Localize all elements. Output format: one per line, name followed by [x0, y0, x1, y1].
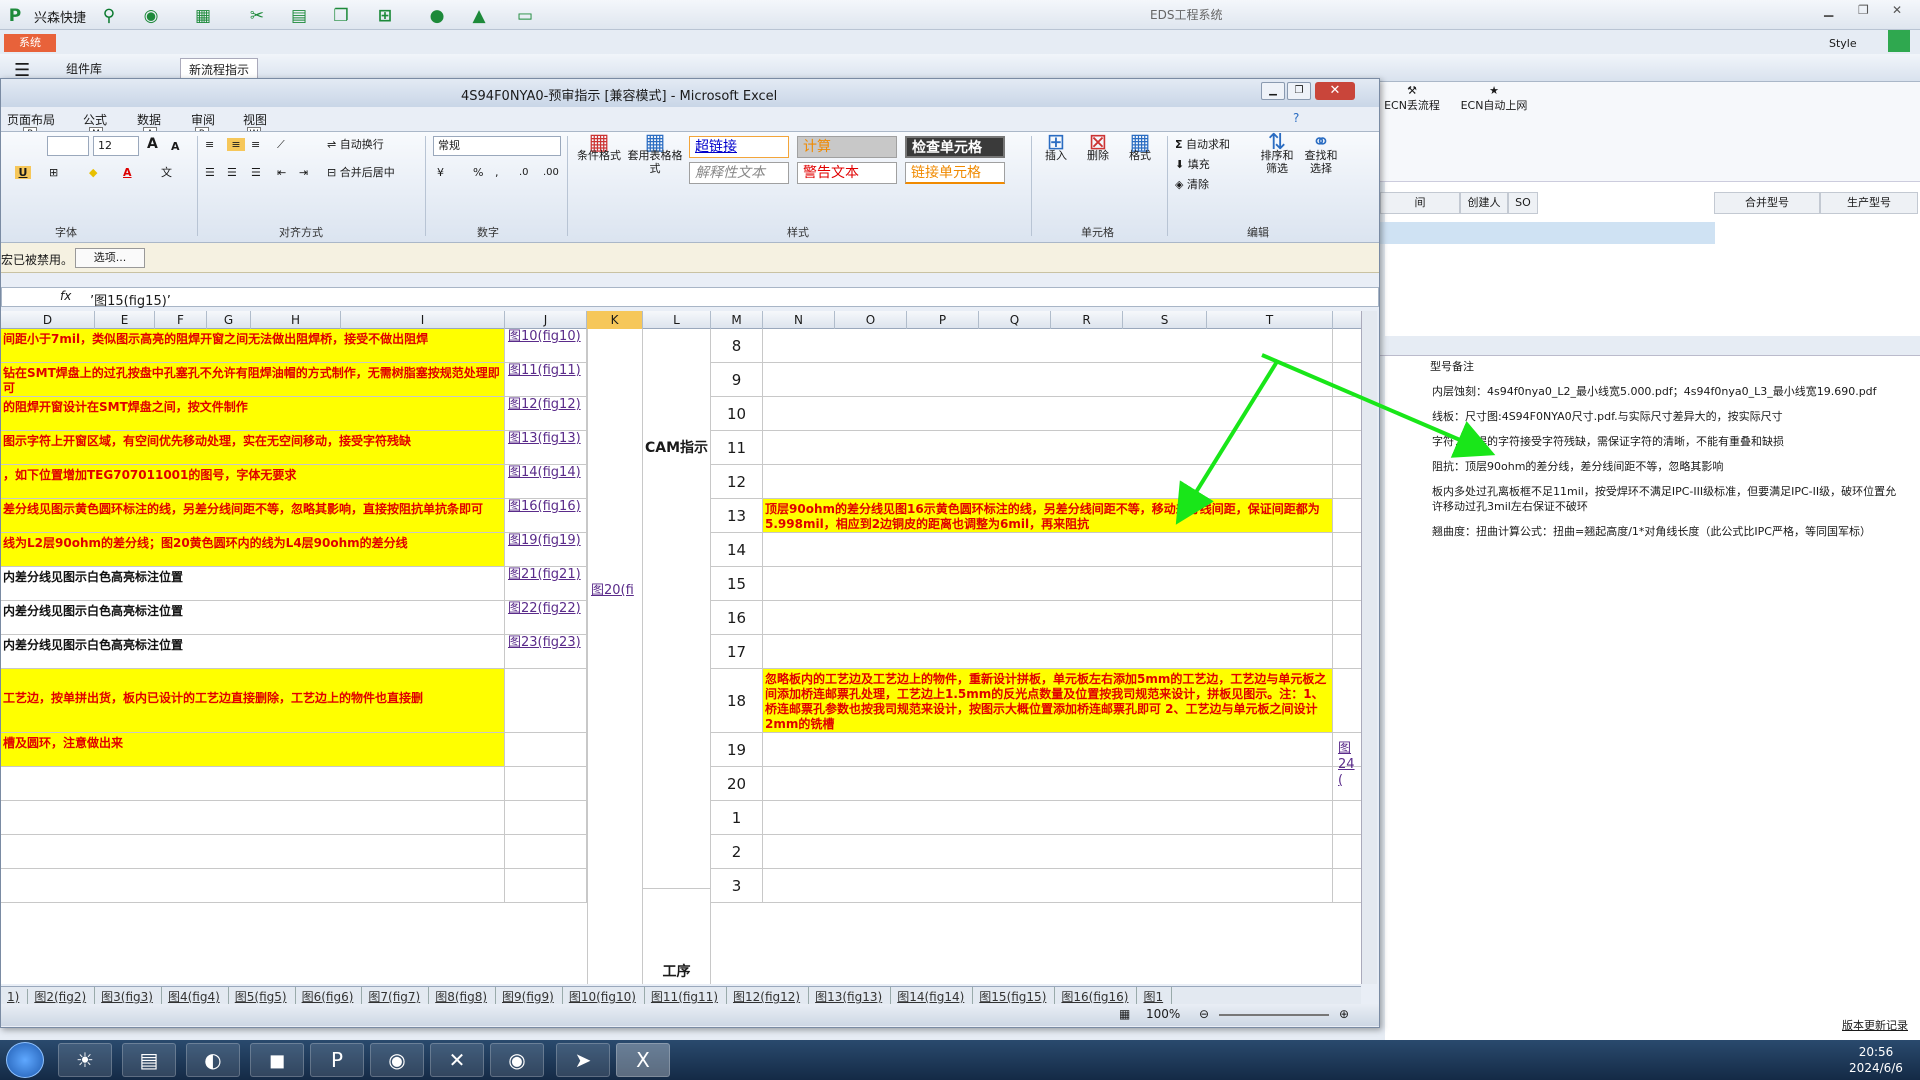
arrow-to-cell — [1175, 358, 1280, 525]
task-app-8[interactable]: ◉ — [490, 1043, 544, 1077]
task-app-1[interactable]: ☀ — [58, 1043, 112, 1077]
clock: 20:56 2024/6/6 — [1838, 1044, 1914, 1076]
task-eds[interactable]: P — [310, 1043, 364, 1077]
task-excel[interactable]: X — [616, 1043, 670, 1077]
task-app-7[interactable]: ✕ — [430, 1043, 484, 1077]
clock-time: 20:56 — [1858, 1045, 1894, 1059]
task-app-4[interactable]: ◼ — [250, 1043, 304, 1077]
annotation-arrows — [1175, 353, 1496, 525]
task-app-3[interactable]: ◐ — [186, 1043, 240, 1077]
arrow-to-notes — [1261, 353, 1496, 458]
task-app-9[interactable]: ➤ — [556, 1043, 610, 1077]
clock-date: 2024/6/6 — [1849, 1061, 1903, 1075]
task-app-6[interactable]: ◉ — [370, 1043, 424, 1077]
task-notepad[interactable]: ▤ — [122, 1043, 176, 1077]
start-button[interactable] — [6, 1042, 44, 1078]
taskbar: ☀ ▤ ◐ ◼ P ◉ ✕ ◉ ➤ X 20:56 2024/6/6 — [0, 1040, 1920, 1080]
